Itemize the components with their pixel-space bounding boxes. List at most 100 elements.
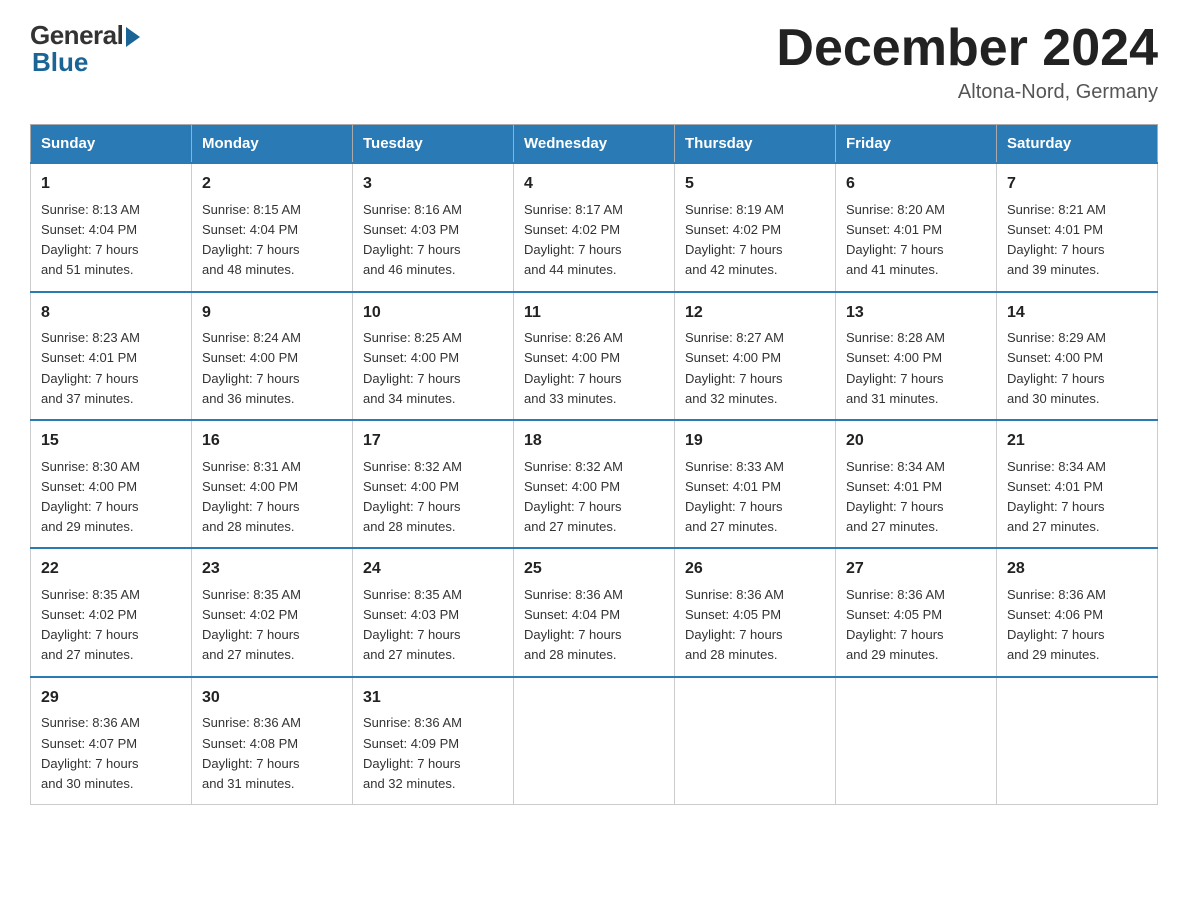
calendar-cell [675, 677, 836, 805]
calendar-cell: 9Sunrise: 8:24 AMSunset: 4:00 PMDaylight… [192, 292, 353, 420]
calendar-week-row: 29Sunrise: 8:36 AMSunset: 4:07 PMDayligh… [31, 677, 1158, 805]
calendar-cell: 4 Sunrise: 8:17 AMSunset: 4:02 PMDaylight… [514, 163, 675, 291]
day-number: 23 [202, 557, 342, 582]
calendar-header-row: SundayMondayTuesdayWednesdayThursdayFrid… [31, 125, 1158, 164]
calendar-cell: 22 Sunrise: 8:35 AMSunset: 4:02 PMDayligh… [31, 548, 192, 676]
day-info: Sunrise: 8:15 AMSunset: 4:04 PMDaylight:… [202, 200, 342, 281]
calendar-location: Altona-Nord, Germany [776, 81, 1158, 104]
day-number: 18 [524, 429, 664, 454]
day-info: Sunrise: 8:32 AMSunset: 4:00 PMDaylight:… [524, 457, 664, 538]
day-number: 27 [846, 557, 986, 582]
calendar-cell: 28Sunrise: 8:36 AMSunset: 4:06 PMDayligh… [997, 548, 1158, 676]
day-number: 10 [363, 301, 503, 326]
page-header: General Blue December 2024 Altona-Nord, … [30, 20, 1158, 104]
calendar-header-sunday: Sunday [31, 125, 192, 164]
calendar-week-row: 15 Sunrise: 8:30 AMSunset: 4:00 PMDayligh… [31, 420, 1158, 548]
day-number: 11 [524, 301, 664, 326]
day-info: Sunrise: 8:35 AMSunset: 4:02 PMDaylight:… [202, 585, 342, 666]
day-info: Sunrise: 8:36 AMSunset: 4:08 PMDaylight:… [202, 713, 342, 794]
day-info: Sunrise: 8:26 AMSunset: 4:00 PMDaylight:… [524, 328, 664, 409]
day-number: 5 [685, 172, 825, 197]
day-number: 1 [41, 172, 181, 197]
day-number: 2 [202, 172, 342, 197]
calendar-cell: 23 Sunrise: 8:35 AMSunset: 4:02 PMDayligh… [192, 548, 353, 676]
calendar-cell: 30Sunrise: 8:36 AMSunset: 4:08 PMDayligh… [192, 677, 353, 805]
calendar-cell: 31Sunrise: 8:36 AMSunset: 4:09 PMDayligh… [353, 677, 514, 805]
calendar-cell: 10Sunrise: 8:25 AMSunset: 4:00 PMDayligh… [353, 292, 514, 420]
calendar-title: December 2024 [776, 20, 1158, 77]
calendar-cell: 1 Sunrise: 8:13 AMSunset: 4:04 PMDaylight… [31, 163, 192, 291]
day-info: Sunrise: 8:25 AMSunset: 4:00 PMDaylight:… [363, 328, 503, 409]
day-info: Sunrise: 8:23 AMSunset: 4:01 PMDaylight:… [41, 328, 181, 409]
day-info: Sunrise: 8:31 AMSunset: 4:00 PMDaylight:… [202, 457, 342, 538]
day-number: 13 [846, 301, 986, 326]
title-block: December 2024 Altona-Nord, Germany [776, 20, 1158, 104]
calendar-cell: 18 Sunrise: 8:32 AMSunset: 4:00 PMDayligh… [514, 420, 675, 548]
calendar-header-tuesday: Tuesday [353, 125, 514, 164]
day-number: 19 [685, 429, 825, 454]
day-number: 20 [846, 429, 986, 454]
day-number: 24 [363, 557, 503, 582]
calendar-cell: 12Sunrise: 8:27 AMSunset: 4:00 PMDayligh… [675, 292, 836, 420]
calendar-cell: 25 Sunrise: 8:36 AMSunset: 4:04 PMDayligh… [514, 548, 675, 676]
day-number: 31 [363, 686, 503, 711]
calendar-week-row: 22 Sunrise: 8:35 AMSunset: 4:02 PMDayligh… [31, 548, 1158, 676]
day-info: Sunrise: 8:36 AMSunset: 4:04 PMDaylight:… [524, 585, 664, 666]
day-info: Sunrise: 8:36 AMSunset: 4:05 PMDaylight:… [685, 585, 825, 666]
day-info: Sunrise: 8:35 AMSunset: 4:02 PMDaylight:… [41, 585, 181, 666]
day-info: Sunrise: 8:34 AMSunset: 4:01 PMDaylight:… [846, 457, 986, 538]
calendar-cell: 21 Sunrise: 8:34 AMSunset: 4:01 PMDayligh… [997, 420, 1158, 548]
calendar-cell: 2 Sunrise: 8:15 AMSunset: 4:04 PMDaylight… [192, 163, 353, 291]
day-info: Sunrise: 8:36 AMSunset: 4:07 PMDaylight:… [41, 713, 181, 794]
day-number: 26 [685, 557, 825, 582]
calendar-cell [836, 677, 997, 805]
day-number: 25 [524, 557, 664, 582]
day-info: Sunrise: 8:30 AMSunset: 4:00 PMDaylight:… [41, 457, 181, 538]
calendar-cell: 8Sunrise: 8:23 AMSunset: 4:01 PMDaylight… [31, 292, 192, 420]
calendar-cell: 16 Sunrise: 8:31 AMSunset: 4:00 PMDayligh… [192, 420, 353, 548]
day-info: Sunrise: 8:19 AMSunset: 4:02 PMDaylight:… [685, 200, 825, 281]
day-number: 16 [202, 429, 342, 454]
day-info: Sunrise: 8:20 AMSunset: 4:01 PMDaylight:… [846, 200, 986, 281]
calendar-table: SundayMondayTuesdayWednesdayThursdayFrid… [30, 124, 1158, 805]
calendar-cell [514, 677, 675, 805]
day-number: 29 [41, 686, 181, 711]
day-number: 9 [202, 301, 342, 326]
calendar-week-row: 8Sunrise: 8:23 AMSunset: 4:01 PMDaylight… [31, 292, 1158, 420]
day-info: Sunrise: 8:28 AMSunset: 4:00 PMDaylight:… [846, 328, 986, 409]
calendar-cell: 14Sunrise: 8:29 AMSunset: 4:00 PMDayligh… [997, 292, 1158, 420]
calendar-cell: 29Sunrise: 8:36 AMSunset: 4:07 PMDayligh… [31, 677, 192, 805]
calendar-cell: 20 Sunrise: 8:34 AMSunset: 4:01 PMDayligh… [836, 420, 997, 548]
day-info: Sunrise: 8:36 AMSunset: 4:09 PMDaylight:… [363, 713, 503, 794]
calendar-cell: 3Sunrise: 8:16 AMSunset: 4:03 PMDaylight… [353, 163, 514, 291]
calendar-cell: 17Sunrise: 8:32 AMSunset: 4:00 PMDayligh… [353, 420, 514, 548]
day-info: Sunrise: 8:24 AMSunset: 4:00 PMDaylight:… [202, 328, 342, 409]
day-number: 30 [202, 686, 342, 711]
logo-triangle-icon [126, 27, 140, 47]
calendar-cell: 7Sunrise: 8:21 AMSunset: 4:01 PMDaylight… [997, 163, 1158, 291]
day-info: Sunrise: 8:34 AMSunset: 4:01 PMDaylight:… [1007, 457, 1147, 538]
day-info: Sunrise: 8:17 AMSunset: 4:02 PMDaylight:… [524, 200, 664, 281]
day-number: 15 [41, 429, 181, 454]
day-info: Sunrise: 8:13 AMSunset: 4:04 PMDaylight:… [41, 200, 181, 281]
day-info: Sunrise: 8:32 AMSunset: 4:00 PMDaylight:… [363, 457, 503, 538]
calendar-header-thursday: Thursday [675, 125, 836, 164]
day-number: 21 [1007, 429, 1147, 454]
day-number: 4 [524, 172, 664, 197]
day-number: 12 [685, 301, 825, 326]
logo: General Blue [30, 20, 140, 78]
calendar-cell: 26 Sunrise: 8:36 AMSunset: 4:05 PMDayligh… [675, 548, 836, 676]
day-info: Sunrise: 8:27 AMSunset: 4:00 PMDaylight:… [685, 328, 825, 409]
day-info: Sunrise: 8:29 AMSunset: 4:00 PMDaylight:… [1007, 328, 1147, 409]
calendar-cell: 15 Sunrise: 8:30 AMSunset: 4:00 PMDayligh… [31, 420, 192, 548]
day-info: Sunrise: 8:35 AMSunset: 4:03 PMDaylight:… [363, 585, 503, 666]
calendar-cell: 13Sunrise: 8:28 AMSunset: 4:00 PMDayligh… [836, 292, 997, 420]
calendar-cell [997, 677, 1158, 805]
calendar-header-saturday: Saturday [997, 125, 1158, 164]
day-number: 3 [363, 172, 503, 197]
day-number: 22 [41, 557, 181, 582]
day-info: Sunrise: 8:36 AMSunset: 4:06 PMDaylight:… [1007, 585, 1147, 666]
calendar-cell: 6Sunrise: 8:20 AMSunset: 4:01 PMDaylight… [836, 163, 997, 291]
calendar-header-wednesday: Wednesday [514, 125, 675, 164]
calendar-header-friday: Friday [836, 125, 997, 164]
